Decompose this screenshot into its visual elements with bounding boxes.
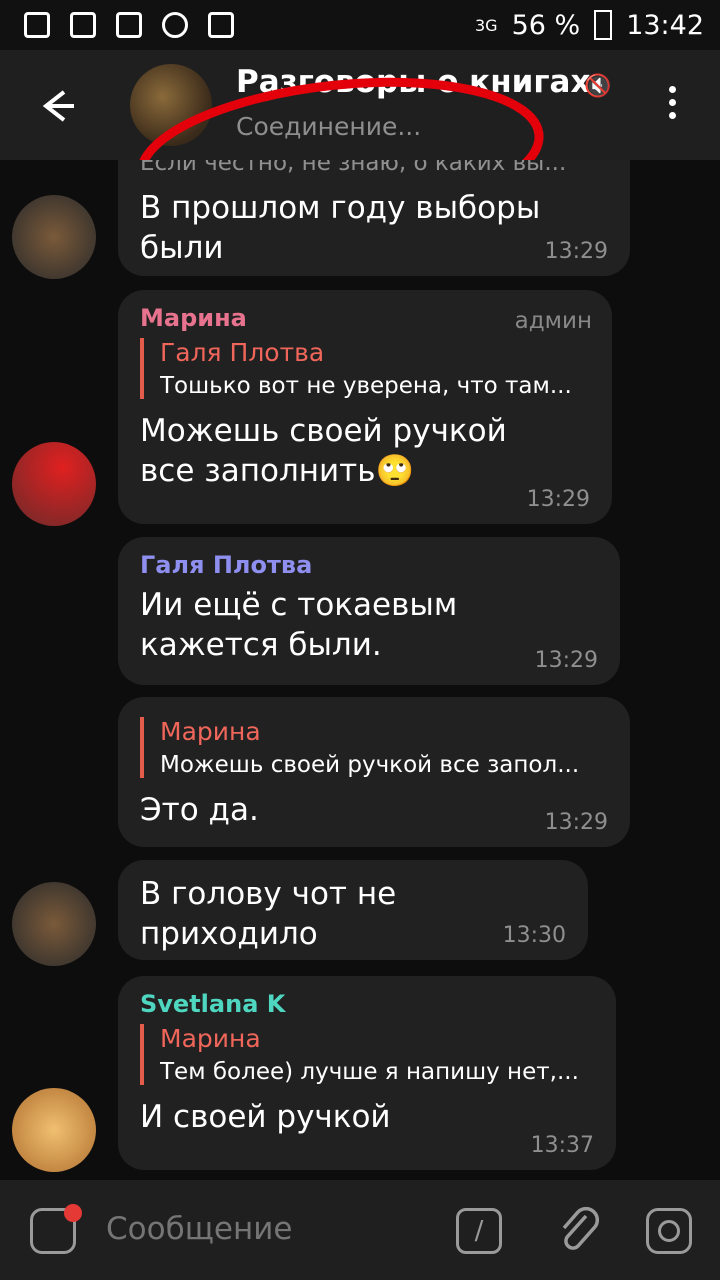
network-label: 3G: [475, 15, 498, 35]
reply-preview-text: Если честно, не знаю, о каких вы...: [140, 160, 567, 176]
chat-avatar[interactable]: [130, 64, 212, 146]
admin-badge: админ: [514, 308, 592, 334]
message-bubble[interactable]: Галя Плотва Ии ещё с токаевым кажется бы…: [118, 537, 620, 685]
battery-icon: [594, 10, 613, 40]
message-time: 13:29: [544, 239, 608, 264]
avatar[interactable]: [12, 882, 96, 966]
sender-name[interactable]: Галя Плотва: [140, 551, 598, 579]
message-text: Можешь своей ручкой все заполнить🙄: [140, 413, 507, 489]
connection-status: Соединение...: [236, 112, 422, 141]
news-icon: [70, 12, 96, 38]
message-bubble[interactable]: Марина админ Галя Плотва Тошько вот не ув…: [118, 290, 612, 524]
message-text: Это да.: [140, 792, 259, 828]
composer-bar: /: [0, 1180, 720, 1280]
data-saver-icon: [162, 12, 188, 38]
reply-preview-text: Тошько вот не уверена, что там...: [160, 373, 572, 399]
message-text: Ии ещё с токаевым кажется были.: [140, 587, 458, 663]
status-bar: 3G 56 % 13:42: [0, 0, 720, 50]
message-feed[interactable]: Если честно, не знаю, о каких вы... В пр…: [0, 160, 720, 1180]
notification-dot: [64, 1204, 82, 1222]
message-text: В прошлом году выборы были: [140, 190, 541, 266]
reply-preview-text: Можешь своей ручкой все запол...: [160, 752, 580, 778]
message-time: 13:29: [534, 648, 598, 673]
clock: 13:42: [626, 9, 704, 41]
message-bubble[interactable]: Svetlana K Марина Тем более) лучше я напи…: [118, 976, 616, 1170]
reply-author: Марина: [160, 1024, 261, 1053]
avatar[interactable]: [12, 442, 96, 526]
move-icon: [208, 12, 234, 38]
missed-call-icon: [116, 12, 142, 38]
sender-name[interactable]: Svetlana K: [140, 990, 594, 1018]
message-bubble[interactable]: В голову чот не приходило 13:30: [118, 860, 588, 960]
hourglass-icon: [24, 12, 50, 38]
reply-author: Марина: [160, 717, 261, 746]
battery-level: 56 %: [511, 9, 581, 41]
back-arrow-icon[interactable]: [34, 84, 78, 128]
message-text: И своей ручкой: [140, 1099, 391, 1135]
muted-icon: 🔇: [584, 74, 612, 99]
camera-icon[interactable]: [646, 1208, 692, 1254]
message-time: 13:29: [526, 487, 590, 512]
reply-author: Галя Плотва: [160, 338, 325, 367]
message-time: 13:30: [502, 923, 566, 948]
bot-command-button[interactable]: /: [456, 1208, 502, 1254]
message-bubble[interactable]: Марина Можешь своей ручкой все запол... Э…: [118, 697, 630, 847]
reply-preview-text: Тем более) лучше я напишу нет,...: [160, 1059, 579, 1085]
overflow-menu-icon[interactable]: [660, 86, 684, 126]
paperclip-icon[interactable]: [556, 1206, 602, 1256]
message-time: 13:37: [530, 1133, 594, 1158]
chat-header: Разговоры о книгах Соединение... 🔇: [0, 50, 720, 160]
chat-title[interactable]: Разговоры о книгах: [236, 64, 590, 100]
message-bubble[interactable]: Если честно, не знаю, о каких вы... В пр…: [118, 160, 630, 276]
message-input[interactable]: [104, 1210, 428, 1248]
message-time: 13:29: [544, 810, 608, 835]
avatar[interactable]: [12, 195, 96, 279]
avatar[interactable]: [12, 1088, 96, 1172]
